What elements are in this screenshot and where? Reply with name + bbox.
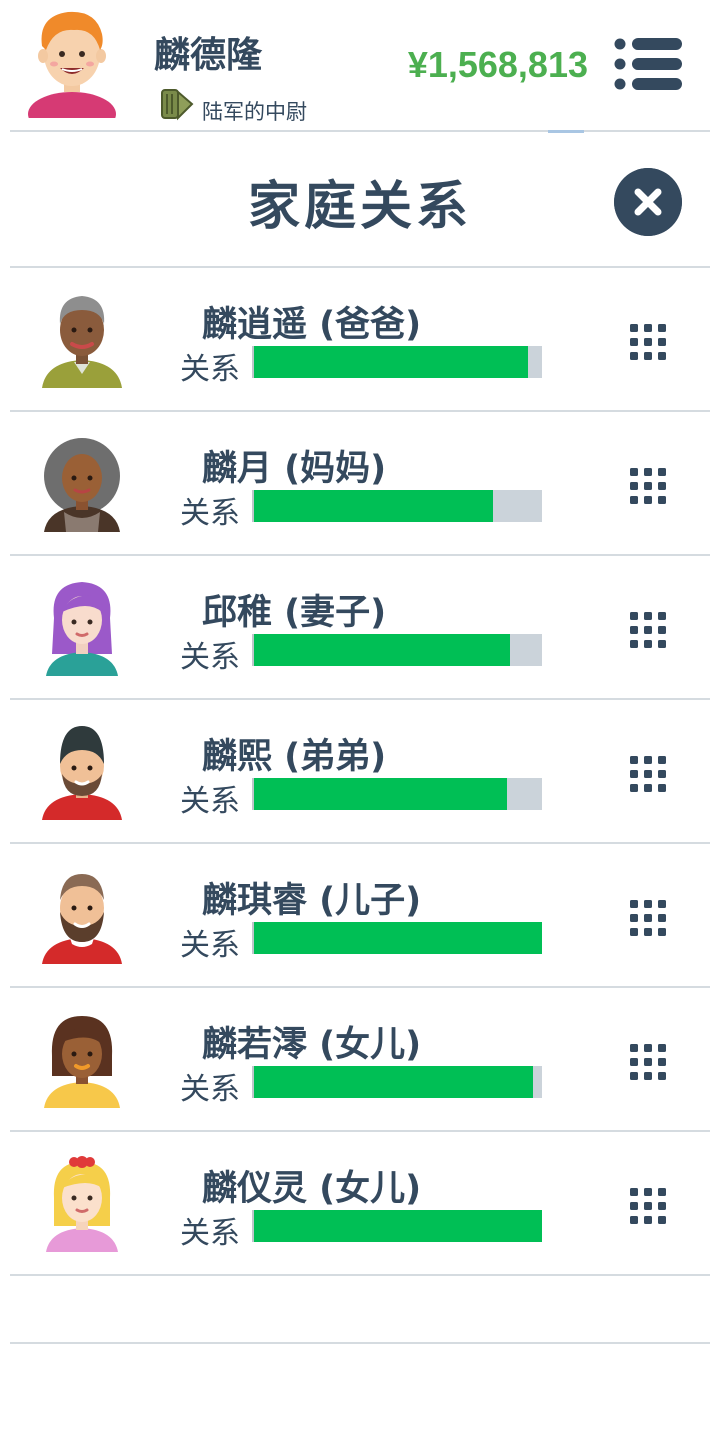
relation-label: 关系 — [180, 496, 240, 531]
relation-label: 关系 — [180, 928, 240, 963]
options-grid-icon[interactable] — [630, 900, 666, 936]
options-grid-icon[interactable] — [630, 756, 666, 792]
menu-icon[interactable] — [612, 36, 684, 92]
family-list: 麟逍遥 (爸爸) 关系 麟月 (妈妈) 关系 邱稚 (妻子) 关系 麟熙 (弟弟… — [10, 268, 710, 1344]
military-rank-icon — [161, 89, 194, 121]
blonde-girl-avatar-icon — [46, 1156, 118, 1252]
relationship-bar-fill — [254, 346, 528, 378]
close-icon[interactable] — [614, 168, 682, 236]
relationship-bar — [252, 922, 542, 954]
options-grid-icon[interactable] — [630, 468, 666, 504]
man-avatar-icon — [28, 11, 116, 118]
options-grid-icon[interactable] — [630, 324, 666, 360]
family-row[interactable]: 麟月 (妈妈) 关系 — [10, 412, 710, 556]
bearded-man-beanie-avatar-icon — [42, 726, 122, 820]
purple-hair-woman-avatar-icon — [46, 582, 118, 676]
relation-label: 关系 — [180, 352, 240, 387]
family-row[interactable]: 邱稚 (妻子) 关系 — [10, 556, 710, 700]
member-name: 麟若澪 (女儿) — [202, 1025, 422, 1065]
relationship-bar-fill — [254, 1210, 542, 1242]
top-bar: 麟德隆 陆军的中尉 ¥1,568,813 — [0, 0, 720, 130]
relation-label: 关系 — [180, 1216, 240, 1251]
member-name: 麟琪睿 (儿子) — [202, 881, 422, 921]
relationship-bar-fill — [254, 1066, 534, 1098]
member-name: 麟月 (妈妈) — [202, 449, 387, 489]
relationship-bar — [252, 1066, 542, 1098]
girl-bob-hair-avatar-icon — [44, 1016, 120, 1108]
relation-label: 关系 — [180, 1072, 240, 1107]
relationship-bar-fill — [254, 778, 508, 810]
page-title: 家庭关系 — [247, 177, 472, 237]
relation-label: 关系 — [180, 784, 240, 819]
relationship-bar — [252, 778, 542, 810]
list-footer-row — [10, 1276, 710, 1344]
member-name: 麟逍遥 (爸爸) — [202, 305, 422, 345]
relationship-bar-fill — [254, 922, 542, 954]
relation-label: 关系 — [180, 640, 240, 675]
options-grid-icon[interactable] — [630, 1044, 666, 1080]
player-name: 麟德隆 — [154, 35, 263, 76]
family-row[interactable]: 麟逍遥 (爸爸) 关系 — [10, 268, 710, 412]
member-name: 邱稚 (妻子) — [202, 593, 387, 633]
relationship-bar — [252, 346, 542, 378]
header-divider — [10, 130, 710, 132]
elderly-man-avatar-icon — [42, 296, 122, 388]
money-balance: ¥1,568,813 — [407, 44, 588, 85]
relationship-bar-fill — [254, 634, 511, 666]
family-row[interactable]: 麟琪睿 (儿子) 关系 — [10, 844, 710, 988]
relationship-bar — [252, 634, 542, 666]
relationship-bar — [252, 1210, 542, 1242]
options-grid-icon[interactable] — [630, 1188, 666, 1224]
bearded-man-avatar-icon — [42, 874, 122, 964]
family-row[interactable]: 麟熙 (弟弟) 关系 — [10, 700, 710, 844]
relationship-bar — [252, 490, 542, 522]
member-name: 麟仪灵 (女儿) — [202, 1169, 422, 1209]
family-row[interactable]: 麟仪灵 (女儿) 关系 — [10, 1132, 710, 1276]
header-accent — [548, 130, 584, 133]
options-grid-icon[interactable] — [630, 612, 666, 648]
curly-hair-woman-avatar-icon — [44, 438, 120, 532]
relationship-bar-fill — [254, 490, 494, 522]
player-rank: 陆军的中尉 — [202, 100, 307, 124]
member-name: 麟熙 (弟弟) — [202, 737, 387, 777]
family-row[interactable]: 麟若澪 (女儿) 关系 — [10, 988, 710, 1132]
